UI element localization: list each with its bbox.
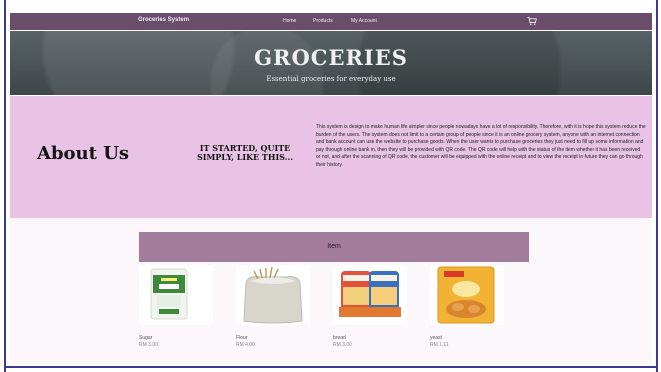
nav-link-my-account[interactable]: My Account [351, 18, 377, 24]
cart-icon[interactable] [527, 16, 537, 26]
product-name: Flour [236, 335, 248, 341]
flour-sack-image[interactable] [236, 265, 310, 325]
product-card-yeast[interactable]: yeast RM 1.11 [430, 265, 510, 348]
sugar-bag-image[interactable] [139, 265, 213, 325]
hero-title: GROCERIES [254, 45, 408, 70]
product-name: yeast [430, 335, 442, 341]
window-border-right [656, 0, 658, 372]
product-price: RM 4.00 [236, 342, 255, 348]
bread-loaves-image[interactable] [333, 265, 407, 325]
product-price: RM 1.11 [430, 342, 449, 348]
about-description: This system is design to make human life… [316, 124, 646, 168]
items-section: Item Sugar RM 3.00 Flour RM 4.00 bread R… [10, 218, 652, 364]
about-tagline: IT STARTED, QUITE SIMPLY, LIKE THIS... [196, 143, 294, 162]
item-header-label: Item [327, 243, 341, 250]
item-header-bar: Item [139, 232, 529, 262]
hero-banner: GROCERIES Essential groceries for everyd… [10, 31, 652, 95]
product-price: RM 3.00 [139, 342, 158, 348]
product-card-bread[interactable]: bread RM 3.00 [333, 265, 413, 348]
product-name: Sugar [139, 335, 153, 341]
about-section: About Us IT STARTED, QUITE SIMPLY, LIKE … [10, 96, 652, 218]
nav-link-home[interactable]: Home [283, 18, 296, 24]
window-border-bottom [4, 366, 658, 368]
window-border-left [4, 0, 6, 372]
about-title: About Us [37, 143, 130, 164]
nav-link-products[interactable]: Products [313, 18, 333, 24]
product-card-flour[interactable]: Flour RM 4.00 [236, 265, 316, 348]
top-navbar: Groceries System Home Products My Accoun… [10, 13, 652, 30]
product-price: RM 3.00 [333, 342, 352, 348]
product-name: bread [333, 335, 346, 341]
hero-subtitle: Essential groceries for everyday use [266, 75, 396, 83]
product-card-sugar[interactable]: Sugar RM 3.00 [139, 265, 219, 348]
page-frame: Groceries System Home Products My Accoun… [0, 0, 661, 372]
yeast-packet-image[interactable] [430, 265, 504, 325]
brand-name[interactable]: Groceries System [138, 17, 189, 23]
